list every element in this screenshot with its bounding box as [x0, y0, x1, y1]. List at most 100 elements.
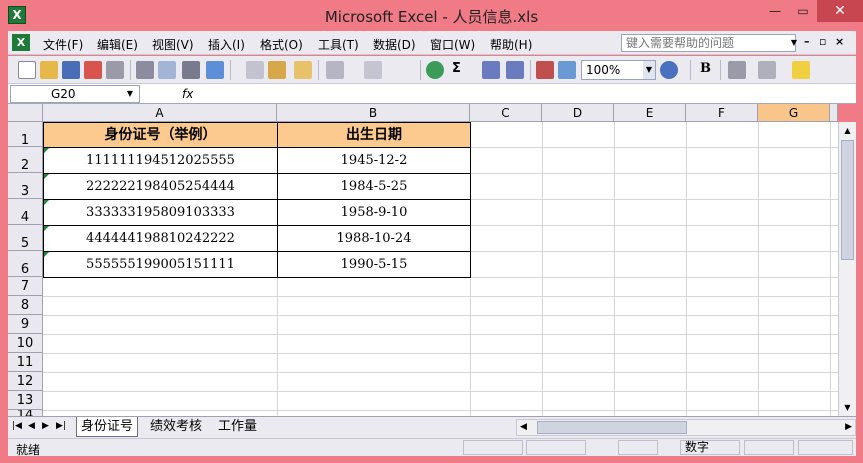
column-header-g[interactable]: G [758, 104, 830, 122]
workbook-icon[interactable]: X [12, 34, 30, 51]
row-header[interactable]: 11 [8, 353, 43, 372]
column-header-e[interactable]: E [614, 104, 686, 122]
menu-edit[interactable]: 编辑(E) [97, 36, 138, 53]
sort-ascending-icon[interactable] [482, 61, 500, 79]
header-id-number[interactable]: 身份证号（举例） [43, 122, 278, 148]
paste-icon[interactable] [268, 61, 286, 79]
cut-icon[interactable] [206, 61, 224, 79]
menu-help[interactable]: 帮助(H) [490, 36, 532, 53]
row-header[interactable]: 6 [8, 251, 43, 277]
align-center-icon[interactable] [728, 61, 746, 79]
permission-icon[interactable] [84, 61, 102, 79]
column-header-f[interactable]: F [686, 104, 758, 122]
help-icon[interactable] [660, 61, 678, 79]
cell-id-number[interactable]: 222222198405254444 [43, 173, 278, 200]
help-search-input[interactable]: 键入需要帮助的问题 [621, 34, 796, 52]
row-header[interactable]: 5 [8, 225, 43, 251]
format-painter-icon[interactable] [294, 61, 312, 79]
minimize-button[interactable]: — [761, 0, 789, 22]
help-dropdown-icon[interactable]: ▼ [788, 34, 800, 52]
first-sheet-icon[interactable]: |◀ [12, 421, 22, 431]
scroll-right-icon[interactable]: ▶ [845, 420, 852, 435]
row-header[interactable]: 13 [8, 391, 43, 410]
column-header-d[interactable]: D [542, 104, 614, 122]
close-button[interactable]: ✕ [817, 0, 863, 22]
cell-birth-date[interactable]: 1945-12-2 [277, 147, 471, 174]
sheet-tab-workload[interactable]: 工作量 [214, 417, 261, 437]
row-header[interactable]: 9 [8, 315, 43, 334]
maximize-button[interactable]: ▭ [789, 0, 817, 22]
scroll-left-icon[interactable]: ◀ [520, 420, 527, 435]
row-header[interactable]: 8 [8, 296, 43, 315]
zoom-dropdown-icon[interactable]: ▼ [643, 61, 655, 79]
autosum-icon[interactable]: Σ [452, 61, 461, 76]
column-header-b[interactable]: B [277, 104, 470, 122]
name-box[interactable]: G20 [10, 85, 140, 103]
cell-birth-date[interactable]: 1990-5-15 [277, 251, 471, 278]
cell-birth-date[interactable]: 1984-5-25 [277, 173, 471, 200]
sheet-tab-performance[interactable]: 绩效考核 [146, 417, 206, 437]
cell-id-number[interactable]: 555555199005151111 [43, 251, 278, 278]
new-document-icon[interactable] [18, 61, 36, 79]
chart-wizard-icon[interactable] [536, 61, 554, 79]
last-sheet-icon[interactable]: ▶| [56, 421, 66, 431]
open-folder-icon[interactable] [40, 61, 58, 79]
worksheet-grid[interactable]: A B C D E F G 1 2 3 4 5 6 7 8 9 10 11 12… [8, 104, 838, 416]
research-icon[interactable] [182, 61, 200, 79]
scroll-up-icon[interactable]: ▲ [839, 122, 856, 139]
header-birth-date[interactable]: 出生日期 [277, 122, 471, 148]
print-icon[interactable] [106, 61, 124, 79]
cell-id-number[interactable]: 333333195809103333 [43, 199, 278, 226]
cell-id-number[interactable]: 444444198810242222 [43, 225, 278, 252]
menu-file[interactable]: 文件(F) [43, 36, 83, 53]
vertical-scroll-thumb[interactable] [841, 140, 854, 260]
undo-icon[interactable] [326, 61, 344, 79]
menu-tools[interactable]: 工具(T) [318, 36, 359, 53]
scroll-down-icon[interactable]: ▼ [839, 399, 856, 416]
toolbar-separator [420, 60, 421, 80]
spelling-icon[interactable] [158, 61, 176, 79]
row-header[interactable]: 4 [8, 199, 43, 225]
cell-id-number[interactable]: 111111194512025555 [43, 147, 278, 174]
select-all-corner[interactable] [8, 104, 43, 122]
cell-birth-date[interactable]: 1958-9-10 [277, 199, 471, 226]
print-preview-icon[interactable] [136, 61, 154, 79]
row-header[interactable]: 7 [8, 277, 43, 296]
sheet-tab-id-number[interactable]: 身份证号 [76, 417, 139, 437]
row-header[interactable]: 1 [8, 122, 43, 148]
row-header[interactable]: 3 [8, 173, 43, 199]
menu-window[interactable]: 窗口(W) [430, 36, 475, 53]
column-header-next[interactable] [830, 104, 838, 122]
menu-format[interactable]: 格式(O) [260, 36, 303, 53]
cell-birth-date[interactable]: 1988-10-24 [277, 225, 471, 252]
menu-data[interactable]: 数据(D) [373, 36, 416, 53]
drawing-icon[interactable] [558, 61, 576, 79]
next-sheet-icon[interactable]: ▶ [42, 421, 49, 431]
doc-restore-icon[interactable]: ▫ [819, 35, 826, 48]
row-header[interactable]: 10 [8, 334, 43, 353]
save-icon[interactable] [62, 61, 80, 79]
column-header-c[interactable]: C [470, 104, 542, 122]
menu-insert[interactable]: 插入(I) [208, 36, 245, 53]
zoom-select[interactable]: 100% ▼ [581, 60, 656, 80]
horizontal-scroll-thumb[interactable] [537, 421, 687, 434]
doc-minimize-icon[interactable]: – [804, 35, 810, 48]
doc-close-icon[interactable]: × [835, 35, 844, 48]
horizontal-scrollbar[interactable]: ◀ ▶ [516, 419, 856, 436]
row-header[interactable]: 2 [8, 147, 43, 173]
bold-button[interactable]: B [700, 61, 711, 76]
insert-function-icon[interactable]: fx [182, 87, 193, 101]
copy-icon[interactable] [246, 61, 264, 79]
row-header[interactable]: 12 [8, 372, 43, 391]
menu-view[interactable]: 视图(V) [152, 36, 194, 53]
hyperlink-icon[interactable] [426, 61, 444, 79]
column-header-a[interactable]: A [43, 104, 277, 122]
sort-descending-icon[interactable] [506, 61, 524, 79]
borders-icon[interactable] [758, 61, 776, 79]
gridline [43, 410, 838, 411]
previous-sheet-icon[interactable]: ◀ [28, 421, 35, 431]
redo-icon[interactable] [364, 61, 382, 79]
fill-color-icon[interactable] [792, 61, 810, 79]
vertical-scrollbar[interactable]: ▲ ▼ [838, 122, 856, 416]
name-box-dropdown-icon[interactable]: ▼ [123, 85, 137, 103]
